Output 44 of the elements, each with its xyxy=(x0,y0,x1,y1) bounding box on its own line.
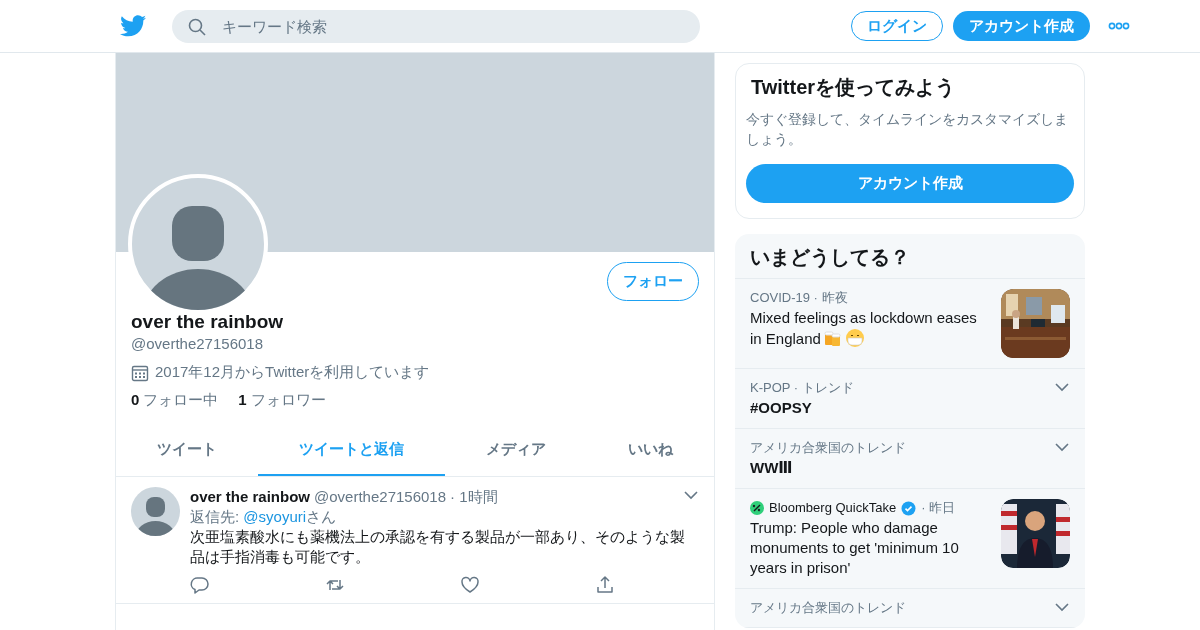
trend-title[interactable]: WWⅢ xyxy=(750,458,1070,478)
profile-handle: @overthe27156018 xyxy=(131,334,264,354)
story-title[interactable]: Trump: People who damage monuments to get 'minimum 10 years in prison' xyxy=(750,518,985,578)
bird-logo-icon[interactable] xyxy=(120,15,146,37)
calendar-icon xyxy=(131,363,149,382)
trend-title[interactable]: #OOPSY xyxy=(750,398,1070,418)
search-field[interactable]: キーワード検索 xyxy=(172,9,700,43)
beer-mugs-icon xyxy=(822,328,843,348)
caret-icon[interactable] xyxy=(1055,383,1069,392)
joined-date: 2017年12月からTwitterを利用しています xyxy=(155,363,430,382)
following-count[interactable]: 0 フォロー中 xyxy=(131,391,219,410)
signup-button[interactable]: アカウント作成 xyxy=(953,11,1090,41)
followers-count[interactable]: 1 フォロワー xyxy=(238,391,326,410)
reply-icon[interactable] xyxy=(190,575,210,595)
caret-icon[interactable] xyxy=(1055,603,1069,612)
login-button[interactable]: ログイン xyxy=(851,11,943,41)
heart-icon[interactable] xyxy=(460,575,480,595)
trend-meta: K-POP · トレンド xyxy=(750,379,854,397)
news-source[interactable]: Bloomberg QuickTake xyxy=(769,499,897,517)
trend-meta: · 昨日 xyxy=(921,499,956,517)
trend-meta: アメリカ合衆国のトレンド xyxy=(750,439,906,457)
search-icon xyxy=(188,17,206,36)
trends-title: いまどうしてる？ xyxy=(735,234,1085,279)
more-icon[interactable] xyxy=(1108,22,1130,30)
profile-name: over the rainbow xyxy=(131,310,285,334)
mask-face-icon xyxy=(844,328,865,348)
trend-meta: COVID-19 · 昨夜 xyxy=(750,289,848,307)
story-title[interactable]: Mixed feelings as lockdown eases in England xyxy=(750,308,985,349)
card-title: Twitterを使ってみよう xyxy=(751,75,957,100)
follow-button[interactable]: フォロー xyxy=(607,262,699,301)
card-text: 今すぐ登録して、タイムラインをカスタマイズしましょう。 xyxy=(746,111,1069,149)
tweet-text: 次亜塩素酸水にも薬機法上の承認を有する製品が一部あり、そのような製品は手指消毒も可能です。 xyxy=(190,527,686,567)
tweet-author[interactable]: over the rainbow xyxy=(190,487,311,507)
caret-icon[interactable] xyxy=(1055,443,1069,452)
tweet-handle[interactable]: @overthe27156018 xyxy=(314,487,447,507)
reply-context: 返信先: @syoyuriさん xyxy=(190,507,338,527)
caret-icon[interactable] xyxy=(684,491,698,500)
avatar-icon[interactable] xyxy=(131,487,180,536)
signup-button[interactable]: アカウント作成 xyxy=(746,164,1074,203)
share-icon[interactable] xyxy=(595,575,615,595)
tweet-time[interactable]: · 1時間 xyxy=(450,487,498,507)
news-source-icon xyxy=(750,501,764,515)
mention-link[interactable]: @syoyuri xyxy=(243,508,307,525)
trend-meta: アメリカ合衆国のトレンド xyxy=(750,599,906,617)
